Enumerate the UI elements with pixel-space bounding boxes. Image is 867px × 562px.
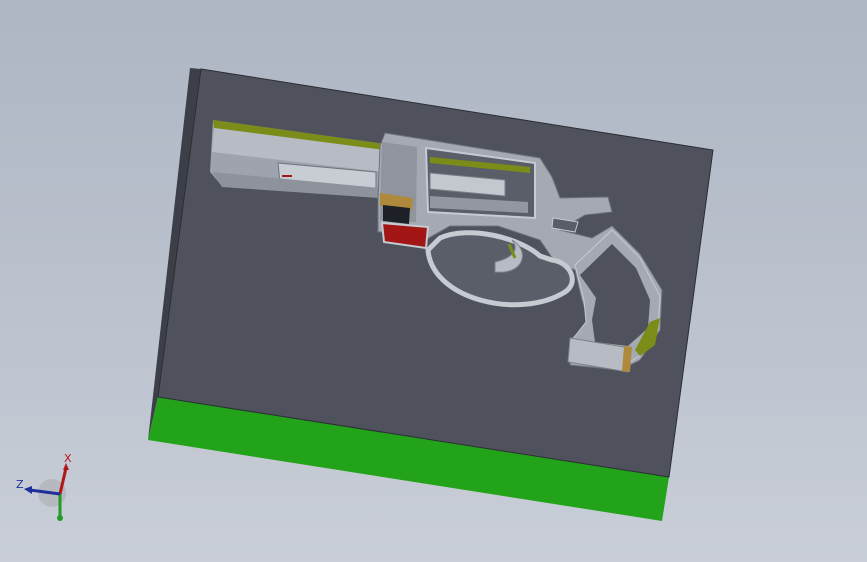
orientation-triad[interactable]: X Z bbox=[10, 448, 80, 528]
triad-x-label: X bbox=[64, 452, 72, 465]
triad-z-label: Z bbox=[16, 478, 24, 491]
triad-y-tip bbox=[57, 515, 63, 521]
triad-z-arrow bbox=[24, 486, 32, 494]
graphics-viewport[interactable]: X Z bbox=[0, 0, 867, 562]
model-view[interactable] bbox=[0, 0, 867, 562]
frame-dark-face bbox=[383, 205, 410, 224]
